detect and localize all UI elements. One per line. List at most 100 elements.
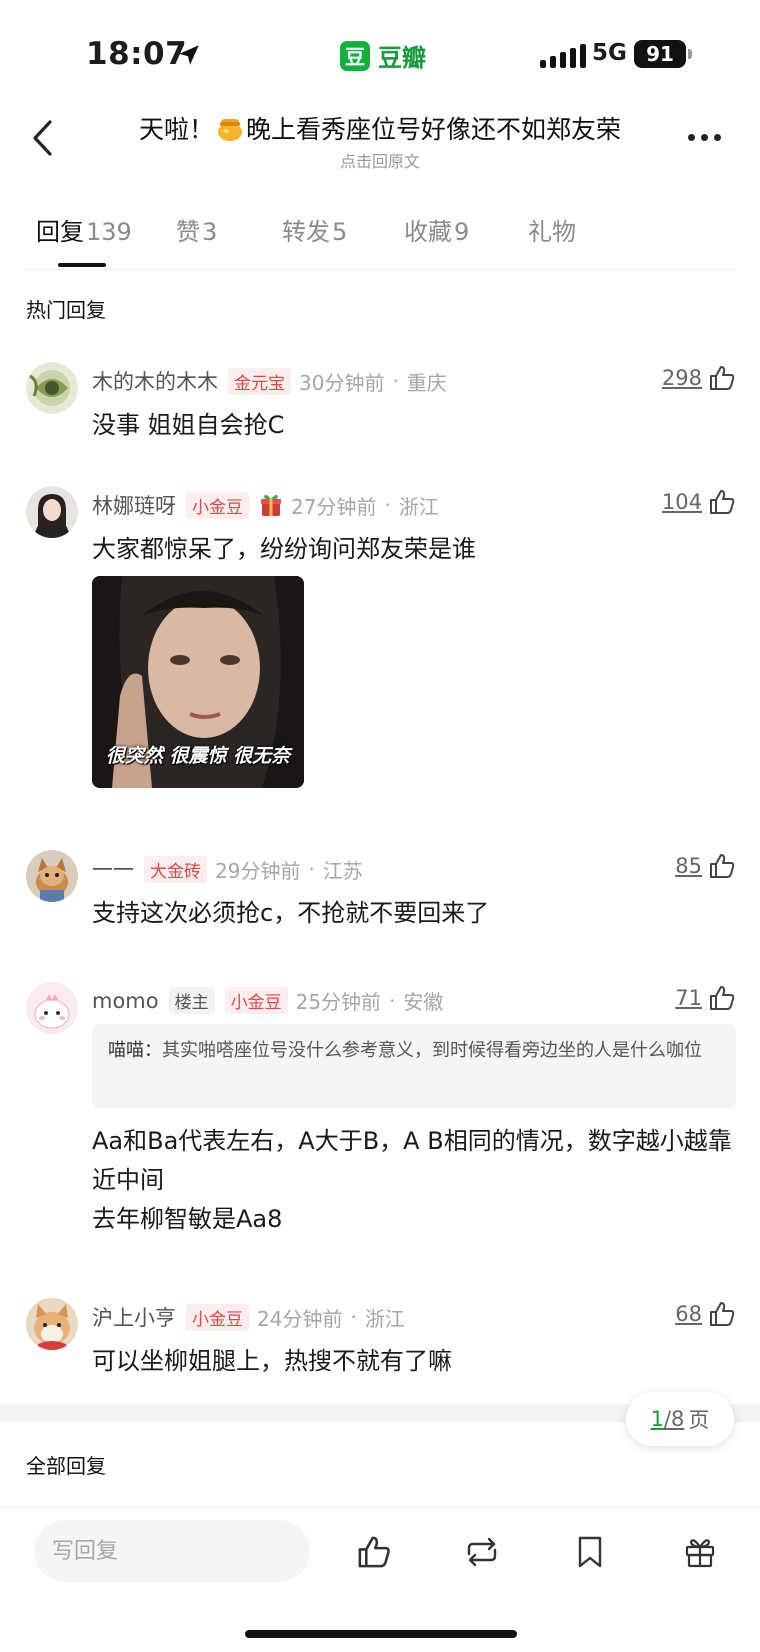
total-pages: /8 [663,1407,685,1431]
avatar-image [26,1298,78,1350]
username[interactable]: 一一 [92,854,134,884]
post-title-area[interactable]: 天啦！ 晚上看秀座位号好像还不如郑友荣 点击回原文 [100,110,660,172]
host-badge: 楼主 [168,987,215,1014]
like-button[interactable]: 85 [675,852,736,880]
comment-item: 沪上小亨 小金豆 24分钟前 · 浙江 68 可以坐柳姐腿上，热搜不就有了嘛 [26,1298,736,1375]
meta-separator: · [350,1305,357,1329]
comment-location: 江苏 [322,858,363,883]
repost-button[interactable] [460,1530,504,1574]
like-count: 298 [661,366,702,390]
repost-icon [467,1537,497,1567]
avatar[interactable] [26,486,78,538]
post-title-start: 天啦！ [138,115,214,144]
bookmark-button[interactable] [568,1530,612,1574]
gift-button[interactable] [678,1530,722,1574]
tab-replies[interactable]: 回复139 [36,212,132,247]
avatar[interactable] [26,850,78,902]
status-time: 18:07 [86,36,188,72]
comment-item: 木的木的木木 金元宝 30分钟前 · 重庆 298 没事 姐姐自会抢C [26,362,736,439]
like-button[interactable]: 71 [675,984,736,1012]
username[interactable]: momo [92,989,159,1013]
back-to-post-link[interactable]: 点击回原文 [100,148,660,172]
home-indicator [245,1630,517,1638]
page-unit: 页 [688,1408,710,1432]
page-indicator-button[interactable]: 1/8 页 [626,1392,734,1446]
thumbs-up-icon [710,854,735,878]
comment-header: momo 楼主 小金豆 25分钟前 · 安徽 [92,986,443,1015]
meta-separator: · [389,988,396,1013]
avatar-image [26,486,78,538]
like-count: 68 [675,1302,702,1326]
comment-header: 木的木的木木 金元宝 30分钟前 · 重庆 [92,366,447,396]
avatar[interactable] [26,982,78,1034]
bottom-bar-divider [0,1507,760,1508]
status-app: 豆 豆瓣 [340,38,426,73]
tab-favorites[interactable]: 收藏9 [404,212,469,247]
tab-reposts[interactable]: 转发5 [282,212,347,247]
tab-likes[interactable]: 赞3 [176,212,217,247]
username[interactable]: 木的木的木木 [92,366,218,396]
dot-icon [701,133,708,141]
active-tab-indicator [58,263,106,267]
comment-text: 大家都惊呆了，纷纷询问郑友荣是谁 [92,535,476,563]
thumbs-up-icon [710,986,735,1010]
like-button[interactable]: 68 [675,1300,736,1328]
username[interactable]: 沪上小亨 [92,1302,176,1332]
meta-separator: · [384,493,391,517]
dot-icon [688,133,695,141]
avatar-image [26,850,78,902]
like-button[interactable]: 104 [662,488,736,516]
current-page: 1 [650,1407,664,1431]
thumbs-up-icon [710,366,735,390]
comment-item: 林娜琏呀 小金豆 27分钟前 · 浙江 104 大家都惊呆了，纷纷询问郑友荣是谁… [26,486,736,796]
user-badge: 小金豆 [186,491,249,519]
comment-text: 没事 姐姐自会抢C [92,411,285,439]
comment-location: 安徽 [403,990,444,1014]
battery-indicator: 91 [634,40,686,68]
comment-time: 25分钟前 [295,990,382,1014]
comment-location: 浙江 [398,494,439,519]
user-badge: 小金豆 [186,1303,249,1331]
back-button[interactable] [22,116,62,160]
username[interactable]: 林娜琏呀 [92,490,176,520]
like-count: 85 [675,854,702,878]
comment-time: 27分钟前 [291,494,377,519]
avatar-image [26,362,78,414]
image-caption: 很突然 很震惊 很无奈 [105,745,291,767]
like-button[interactable]: 298 [662,364,736,392]
quoted-text: 其实啪嗒座位号没什么参考意义，到时候得看旁边坐的人是什么咖位 [162,1040,702,1061]
tab-bar: 回复139 赞3 转发5 收藏9 礼物 [36,212,736,268]
comment-location: 重庆 [406,370,447,395]
meta-separator: · [392,369,399,393]
avatar[interactable] [26,362,78,414]
quoted-username: 喵喵： [108,1040,162,1061]
comment-time: 29分钟前 [215,858,301,883]
like-post-button[interactable] [352,1530,396,1574]
comment-header: 沪上小亨 小金豆 24分钟前 · 浙江 [92,1302,405,1332]
more-options-button[interactable] [688,125,728,149]
reply-input[interactable] [34,1520,310,1582]
comment-item: 一一 大金砖 29分钟前 · 江苏 85 支持这次必须抢c，不抢就不要回来了 [26,850,736,927]
status-bar: 18:07 豆 豆瓣 5G 91 [0,0,760,110]
quoted-reply[interactable]: 喵喵：其实啪嗒座位号没什么参考意义，到时候得看旁边坐的人是什么咖位 [92,1024,736,1108]
thumbs-up-icon [710,1302,735,1326]
comment-location: 浙江 [364,1306,405,1331]
tab-gifts[interactable]: 礼物 [528,212,576,247]
user-badge: 小金豆 [224,987,288,1014]
comment-text: Aa和Ba代表左右，A大于B，A B相同的情况，数字越小越靠近中间 去年柳智敏是… [92,1122,732,1239]
bookmark-icon [578,1536,602,1568]
like-count: 71 [675,986,702,1010]
avatar[interactable] [26,1298,78,1350]
hot-replies-title: 热门回复 [26,298,106,322]
comment-header: 一一 大金砖 29分钟前 · 江苏 [92,854,363,884]
network-label: 5G [592,40,627,66]
comment-time: 30分钟前 [299,370,385,395]
honey-pot-icon [218,119,242,141]
comment-text: 支持这次必须抢c，不抢就不要回来了 [92,899,490,927]
comment-image[interactable]: 很突然 很震惊 很无奈 [92,576,304,788]
dot-icon [714,133,721,141]
user-badge: 大金砖 [144,855,207,883]
thumbs-up-icon [358,1536,390,1568]
comment-item: momo 楼主 小金豆 25分钟前 · 安徽 71 喵喵：其实啪嗒座位号没什么参… [26,982,736,1233]
post-title: 天啦！ 晚上看秀座位号好像还不如郑友荣 [100,110,660,146]
